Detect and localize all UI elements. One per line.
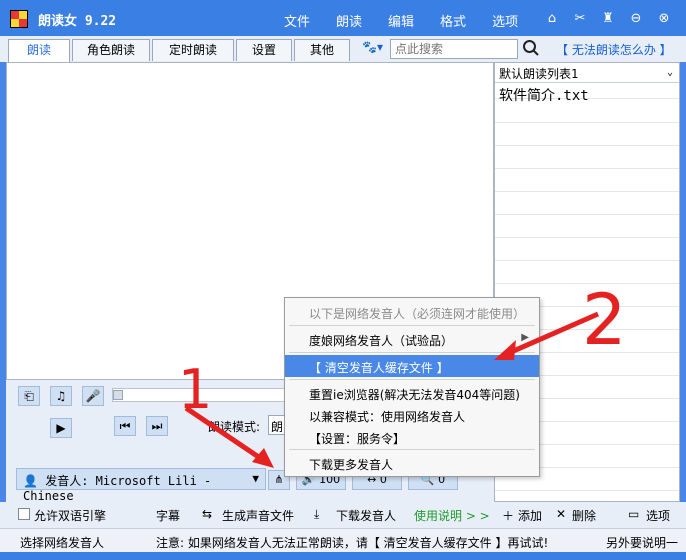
app-title: 朗读女 9.22 — [38, 14, 117, 29]
tab-bar: 朗读 角色朗读 定时朗读 设置 其他 🐾▾ 【 无法朗读怎么办 】 — [0, 36, 686, 62]
add-button[interactable]: 添加 — [518, 507, 542, 524]
previous-icon[interactable]: ⏮ — [114, 416, 136, 436]
search-input[interactable] — [390, 39, 518, 59]
download-voice-button[interactable]: 下载发音人 — [336, 507, 396, 524]
menu-format[interactable]: 格式 — [440, 11, 466, 30]
tab-read[interactable]: 朗读 — [8, 39, 70, 62]
menu-read[interactable]: 朗读 — [336, 11, 362, 30]
tab-other[interactable]: 其他 — [294, 39, 350, 61]
add-icon[interactable]: ＋ — [502, 507, 514, 524]
read-mode-label: 朗读模式: — [208, 420, 261, 434]
bilingual-checkbox[interactable] — [18, 508, 30, 520]
download-icon[interactable]: ⤓ — [314, 507, 319, 522]
tab-role-read[interactable]: 角色朗读 — [72, 39, 150, 61]
tab-settings[interactable]: 设置 — [236, 39, 292, 61]
menu-options[interactable]: 选项 — [492, 11, 518, 30]
menu-separator — [289, 325, 535, 326]
subtitle-button[interactable]: 字幕 — [156, 507, 180, 524]
menu-item-download-more[interactable]: 下载更多发音人 — [285, 452, 539, 474]
context-menu-header: 以下是网络发音人（必须连网才能使用） — [309, 307, 526, 321]
search-icon[interactable] — [522, 39, 540, 57]
menu-separator — [289, 352, 535, 353]
theme-icon[interactable]: ♜ — [600, 11, 616, 26]
open-file-icon[interactable]: ⎗ — [18, 386, 40, 406]
play-icon[interactable]: ▶ — [50, 418, 72, 438]
usage-link[interactable]: 使用说明 > > — [414, 507, 490, 524]
user-icon: 👤 — [23, 474, 38, 488]
options-icon[interactable]: ▭ — [628, 507, 639, 521]
menu-item-clear-cache[interactable]: 【 清空发音人缓存文件 】 — [285, 355, 539, 377]
title-bar: 朗读女 9.22 文件 朗读 编辑 格式 选项 ⌂ ✂ ♜ ⊖ ⊗ — [0, 0, 686, 36]
menu-separator — [289, 449, 535, 450]
voice-select[interactable]: 👤 发音人: Microsoft Lili - Chinese ▼ — [16, 468, 266, 503]
tools-icon[interactable]: ✂ — [572, 11, 588, 26]
app-logo-icon — [10, 10, 28, 28]
menu-bar: 文件 朗读 编辑 格式 选项 — [284, 11, 518, 30]
bottom-toolbar: 允许双语引擎 字幕 ⇆ 生成声音文件 ⤓ 下载发音人 使用说明 > > ＋ 添加… — [0, 502, 686, 528]
window-controls: ⌂ ✂ ♜ ⊖ ⊗ — [544, 11, 672, 26]
voice-context-menu: 以下是网络发音人（必须连网才能使用） 度娘网络发音人（试验品） ▶ 【 清空发音… — [284, 297, 540, 477]
playlist-item[interactable]: 软件简介.txt — [499, 85, 589, 105]
menu-edit[interactable]: 编辑 — [388, 11, 414, 30]
voice-label: 发音人: — [45, 474, 89, 488]
status-bar: 选择网络发音人 注意: 如果网络发音人无法正常朗读，请【 清空发音人缓存文件 】… — [0, 528, 686, 552]
home-icon[interactable]: ⌂ — [544, 11, 560, 26]
microphone-icon[interactable]: 🎤 — [82, 386, 104, 406]
menu-item-label: 度娘网络发音人（试验品） — [309, 334, 454, 348]
menu-item-reset-ie[interactable]: 重置ie浏览器(解决无法发音404等问题) — [285, 382, 539, 404]
submenu-arrow-icon: ▶ — [521, 332, 529, 343]
status-right: 另外要说明一 — [606, 536, 679, 550]
bilingual-label: 允许双语引擎 — [34, 509, 107, 523]
playlist-select-value: 默认朗读列表1 — [499, 67, 579, 81]
minimize-icon[interactable]: ⊖ — [628, 11, 644, 26]
delete-icon[interactable]: ✕ — [556, 507, 566, 521]
status-left: 选择网络发音人 — [20, 536, 105, 550]
options-button[interactable]: 选项 — [646, 507, 670, 524]
music-icon[interactable]: ♫ — [50, 386, 72, 406]
menu-item-service-settings[interactable]: 【设置：服务令】 — [285, 426, 539, 448]
chevron-down-icon: ⌄ — [666, 67, 673, 78]
menu-file[interactable]: 文件 — [284, 11, 310, 30]
next-icon[interactable]: ⏭ — [146, 416, 168, 436]
status-notice: 注意: 如果网络发音人无法正常朗读，请【 清空发音人缓存文件 】再试试! — [156, 536, 549, 550]
tab-scheduled-read[interactable]: 定时朗读 — [152, 39, 234, 61]
window-frame-bottom — [0, 552, 686, 560]
menu-item-compat-mode[interactable]: 以兼容模式：使用网络发音人 — [285, 404, 539, 426]
menu-separator — [289, 379, 535, 380]
close-icon[interactable]: ⊗ — [656, 11, 672, 26]
progress-slider[interactable] — [112, 388, 290, 402]
generate-audio-button[interactable]: 生成声音文件 — [222, 507, 294, 524]
generate-audio-icon[interactable]: ⇆ — [202, 507, 212, 521]
slider-thumb[interactable] — [113, 390, 123, 400]
paw-icon[interactable]: 🐾▾ — [362, 40, 388, 58]
chevron-down-icon: ▼ — [252, 472, 259, 485]
help-link[interactable]: 【 无法朗读怎么办 】 — [556, 41, 672, 58]
playlist-select[interactable]: 默认朗读列表1 ⌄ — [495, 63, 679, 83]
delete-button[interactable]: 删除 — [572, 507, 596, 524]
menu-item-baidu-voice[interactable]: 度娘网络发音人（试验品） ▶ — [285, 328, 539, 350]
